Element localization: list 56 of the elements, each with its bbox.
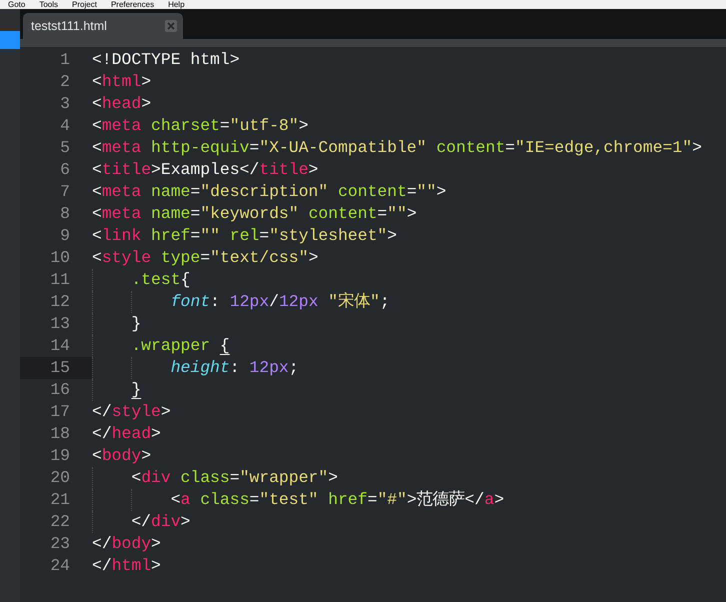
line-number: 24 [49,555,70,577]
menu-item[interactable]: Goto [8,0,26,9]
line-number: 23 [49,533,70,555]
file-tab[interactable]: testst111.html [23,13,183,39]
code-line: .wrapper { [92,335,230,357]
code-line: <div class="wrapper"> [92,467,338,489]
code-line: <body> [92,445,152,467]
line-number: 20 [49,467,70,489]
code-line: <html> [92,71,152,93]
line-number: 2 [59,71,70,93]
code-line: <style type="text/css"> [92,247,318,269]
code-line: <!DOCTYPE html> [92,49,240,71]
line-number: 4 [59,115,70,137]
code-line: <head> [92,93,152,115]
line-number: 22 [49,511,70,533]
close-icon[interactable] [165,20,177,32]
line-number: 13 [49,313,70,335]
line-number: 10 [49,247,70,269]
line-number: 1 [59,49,70,71]
line-number: 18 [49,423,70,445]
code-line: </html> [92,555,161,577]
sidebar-marker [0,31,20,49]
menu-item[interactable]: Help [168,0,185,9]
line-number: 12 [49,291,70,313]
code-line: } [92,379,142,401]
code-line: <link href="" rel="stylesheet"> [92,225,397,247]
code-line: </body> [92,533,161,555]
code-line: <meta charset="utf-8"> [92,115,308,137]
code-line: <a class="test" href="#">范德萨</a> [92,489,504,511]
code-line: <title>Examples</title> [92,159,318,181]
line-number: 3 [59,93,70,115]
code-line: .test{ [92,269,190,291]
line-number: 9 [59,225,70,247]
line-number: 8 [59,203,70,225]
line-number: 14 [49,335,70,357]
line-number: 16 [49,379,70,401]
code-line: <meta name="description" content=""> [92,181,446,203]
menu-item[interactable]: Tools [39,0,58,9]
menu-item[interactable]: Preferences [110,0,154,9]
code-line: <meta http-equiv="X-UA-Compatible" content="IE=edge,chrome=1"> [92,137,702,159]
line-number: 17 [49,401,70,423]
line-number: 5 [59,137,70,159]
line-number: 19 [49,445,70,467]
code-line: font: 12px/12px "宋体"; [92,291,390,313]
line-number: 7 [59,181,70,203]
code-line: height: 12px; [92,357,299,379]
code-line: </div> [92,511,190,533]
line-number: 11 [49,269,70,291]
line-number: 6 [59,159,70,181]
menu-item[interactable]: Project [72,0,97,9]
code-line: } [92,313,142,335]
code-line: </head> [92,423,161,445]
line-number: 15 [20,357,92,379]
code-line: </style> [92,401,171,423]
code-line: <meta name="keywords" content=""> [92,203,417,225]
line-number: 21 [49,489,70,511]
